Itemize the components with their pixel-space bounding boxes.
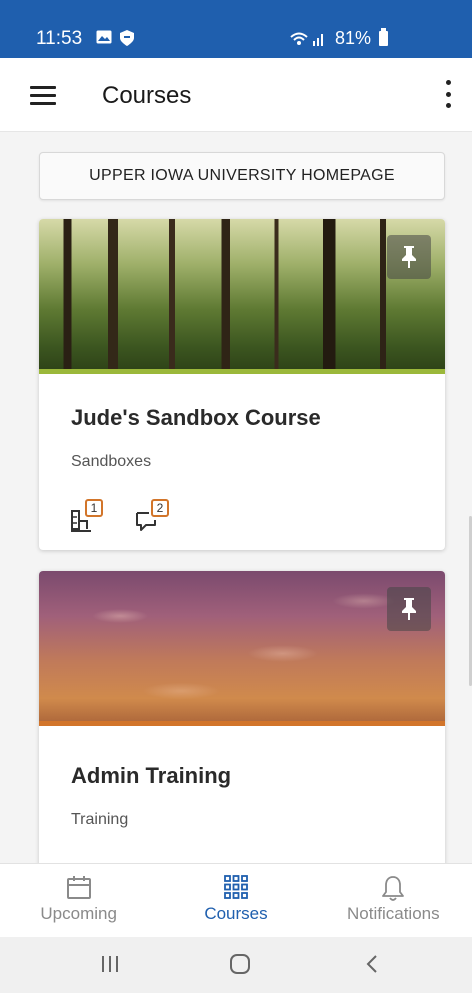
course-title: Jude's Sandbox Course — [71, 405, 321, 430]
discussions-count: 2 — [151, 499, 169, 517]
pin-button[interactable] — [387, 587, 431, 631]
bottom-navigation: Upcoming Courses Notifications — [0, 863, 472, 937]
pin-button[interactable] — [387, 235, 431, 279]
discussions-badge[interactable]: 2 — [135, 499, 175, 535]
course-image — [39, 571, 445, 721]
home-icon[interactable] — [229, 953, 251, 975]
battery-icon — [379, 28, 388, 46]
page-title: Courses — [102, 82, 192, 109]
wifi-signal-icon — [290, 32, 323, 46]
homepage-button[interactable]: UPPER IOWA UNIVERSITY HOMEPAGE — [39, 152, 445, 200]
back-icon[interactable] — [364, 953, 380, 975]
status-bar: 11:53 81% — [0, 0, 472, 58]
nav-notifications-label: Notifications — [347, 904, 440, 923]
course-image — [39, 219, 445, 369]
course-category: Training — [71, 811, 129, 828]
nav-courses-label: Courses — [204, 904, 268, 923]
nav-courses[interactable]: Courses — [157, 864, 314, 937]
bell-icon — [382, 876, 405, 901]
nav-notifications[interactable]: Notifications — [315, 864, 472, 937]
battery-percent: 81% — [334, 28, 371, 48]
course-badges: 1 2 — [69, 499, 175, 535]
assignments-count: 1 — [85, 499, 103, 517]
menu-icon[interactable] — [30, 86, 56, 106]
gallery-icon — [96, 30, 112, 44]
app-bar: Courses — [0, 58, 472, 132]
status-time: 11:53 — [36, 28, 83, 49]
course-category: Sandboxes — [71, 453, 152, 470]
system-navigation-bar — [0, 937, 472, 993]
course-accent-strip — [39, 369, 445, 374]
course-accent-strip — [39, 721, 445, 726]
recent-apps-icon[interactable] — [100, 953, 120, 975]
nav-upcoming[interactable]: Upcoming — [0, 864, 157, 937]
more-options-icon[interactable] — [444, 80, 452, 108]
course-card[interactable]: Jude's Sandbox Course Sandboxes 1 2 — [39, 219, 445, 550]
pin-icon — [402, 598, 416, 620]
grid-icon — [224, 875, 248, 899]
calendar-icon — [66, 876, 91, 899]
course-card[interactable]: Admin Training Training — [39, 571, 445, 871]
assignments-badge[interactable]: 1 — [69, 499, 109, 535]
nav-upcoming-label: Upcoming — [40, 904, 117, 923]
course-title: Admin Training — [71, 763, 232, 788]
shield-icon — [120, 30, 134, 46]
pin-icon — [402, 246, 416, 268]
